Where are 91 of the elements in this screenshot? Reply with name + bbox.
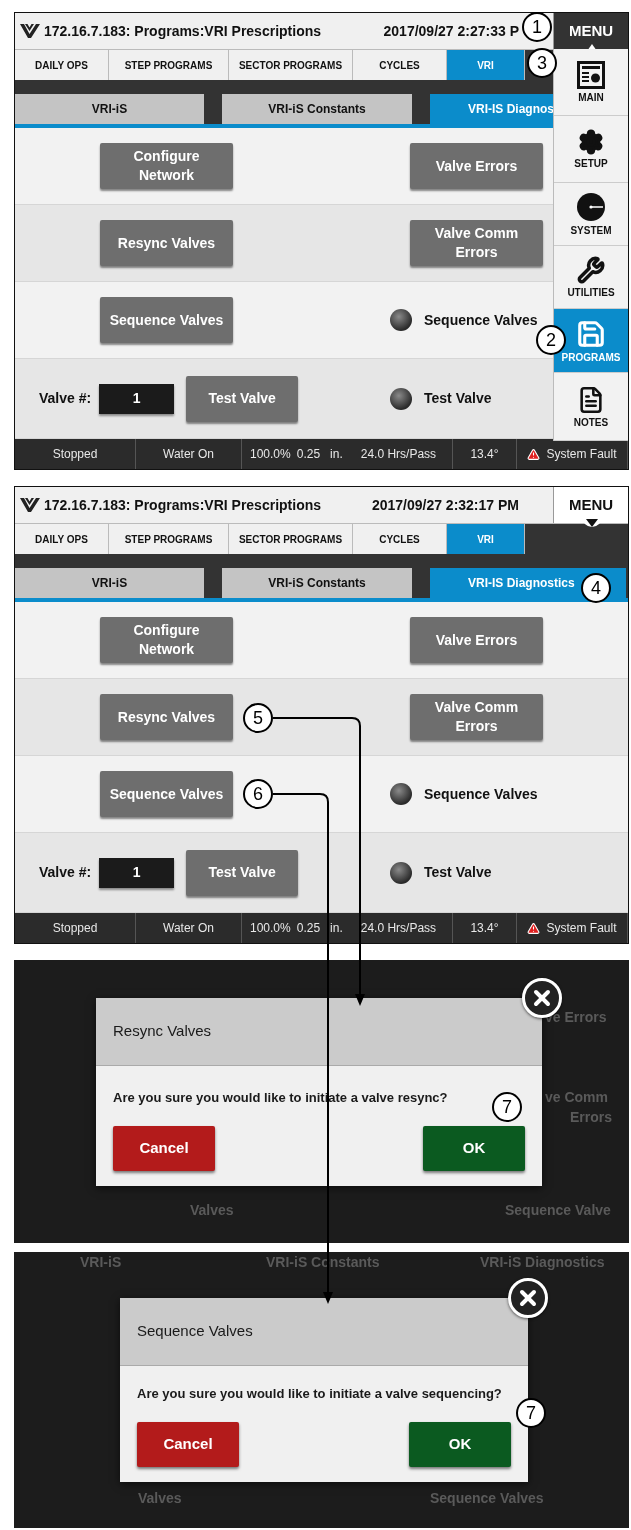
action-button[interactable]: Test Valve bbox=[186, 849, 299, 896]
status-light-icon bbox=[390, 309, 412, 331]
window-title: 172.16.7.183: Programs:VRI Prescriptions bbox=[44, 21, 322, 41]
indicator-label: Test Valve bbox=[424, 863, 492, 882]
nav-tab[interactable]: SECTOR PROGRAMS bbox=[229, 524, 353, 554]
nav-tab[interactable]: STEP PROGRAMS bbox=[109, 524, 229, 554]
nav-tab[interactable]: VRI bbox=[447, 50, 525, 80]
side-menu-item[interactable]: MAIN bbox=[554, 49, 628, 116]
nav-tab[interactable]: STEP PROGRAMS bbox=[109, 50, 229, 80]
status-text: System Fault bbox=[546, 920, 617, 937]
cancel-button[interactable]: Cancel bbox=[113, 1125, 215, 1171]
action-button[interactable]: Valve Comm Errors bbox=[410, 220, 543, 266]
status-text: 100.0% bbox=[250, 920, 291, 937]
status-text: in. bbox=[330, 446, 343, 463]
side-menu-item[interactable]: SETUP bbox=[554, 116, 628, 183]
status-text: 0.25 bbox=[296, 446, 321, 463]
action-button[interactable]: Sequence Valves bbox=[100, 771, 233, 817]
logo-icon bbox=[20, 498, 40, 512]
wrench-icon bbox=[577, 256, 605, 284]
action-button[interactable]: Resync Valves bbox=[100, 220, 233, 266]
down-arrow-icon bbox=[582, 517, 602, 529]
cancel-button[interactable]: Cancel bbox=[137, 1421, 239, 1467]
settings-icon bbox=[578, 129, 604, 155]
status-text: 0.25 bbox=[296, 920, 321, 937]
nav-tab[interactable]: SECTOR PROGRAMS bbox=[229, 50, 353, 80]
valve-label: Valve #: bbox=[39, 863, 92, 882]
dialog-message: Are you sure you would like to initiate a valve sequencing? bbox=[137, 1385, 502, 1403]
valve-number-field[interactable]: 1 bbox=[99, 857, 175, 888]
nav-tab[interactable]: VRI bbox=[447, 524, 525, 554]
dimmed-label: VRI-iS Constants bbox=[266, 1253, 380, 1272]
status-text: Water On bbox=[163, 446, 214, 463]
action-button[interactable]: Valve Errors bbox=[410, 617, 543, 663]
nav-tab[interactable]: CYCLES bbox=[353, 524, 447, 554]
dimmed-label: VRI-iS bbox=[80, 1253, 122, 1272]
date-time: 2017/09/27 2:27:33 P bbox=[383, 21, 519, 41]
logo-icon bbox=[20, 24, 40, 38]
action-button[interactable]: Resync Valves bbox=[100, 694, 233, 740]
action-button[interactable]: Test Valve bbox=[186, 375, 299, 422]
status-text: Water On bbox=[163, 920, 214, 937]
control-panel-icon bbox=[577, 61, 605, 89]
sub-tab[interactable]: VRI-iS Constants bbox=[222, 94, 412, 124]
status-text: Stopped bbox=[52, 446, 98, 463]
dimmed-label: ve Comm bbox=[545, 1088, 609, 1107]
date-time: 2017/09/27 2:32:17 PM bbox=[371, 495, 519, 515]
dimmed-label: Errors bbox=[570, 1108, 613, 1127]
menu-button[interactable]: MENU bbox=[553, 13, 628, 49]
dimmed-label: Sequence Valve bbox=[505, 1201, 611, 1220]
window-title: 172.16.7.183: Programs:VRI Prescriptions bbox=[44, 495, 322, 515]
close-button[interactable] bbox=[508, 1278, 548, 1318]
indicator-label: Sequence Valves bbox=[424, 310, 538, 330]
ok-button[interactable]: OK bbox=[423, 1125, 525, 1171]
sub-tab[interactable]: VRI-iS Constants bbox=[222, 568, 412, 598]
dimmed-label: Sequence Valves bbox=[430, 1489, 544, 1508]
action-button[interactable]: Configure Network bbox=[100, 143, 233, 189]
dimmed-label: Valves bbox=[190, 1201, 234, 1220]
status-light-icon bbox=[390, 861, 412, 884]
status-text: 24.0 Hrs/Pass bbox=[360, 446, 437, 463]
sub-tab[interactable]: VRI-iS bbox=[15, 94, 204, 124]
warning-icon bbox=[527, 447, 541, 461]
dimmed-label: VRI-iS Diagnostics bbox=[480, 1253, 605, 1272]
status-light-icon bbox=[390, 387, 412, 410]
status-text: System Fault bbox=[546, 446, 617, 463]
action-button[interactable]: Configure Network bbox=[100, 617, 233, 663]
action-button[interactable]: Valve Errors bbox=[410, 143, 543, 189]
indicator-label: Test Valve bbox=[424, 389, 492, 408]
indicator-label: Sequence Valves bbox=[424, 784, 538, 804]
nav-tab[interactable]: DAILY OPS bbox=[15, 50, 109, 80]
status-text: Stopped bbox=[52, 920, 98, 937]
dimmed-label: Valves bbox=[138, 1489, 182, 1508]
sub-tab[interactable]: VRI-iS bbox=[15, 568, 204, 598]
side-menu-item[interactable]: NOTES bbox=[554, 373, 628, 441]
nav-tab[interactable]: DAILY OPS bbox=[15, 524, 109, 554]
status-text: 24.0 Hrs/Pass bbox=[360, 920, 437, 937]
status-text: 13.4° bbox=[470, 446, 499, 463]
dialog-title: Sequence Valves bbox=[137, 1321, 253, 1342]
warning-icon bbox=[527, 921, 541, 935]
valve-number-field[interactable]: 1 bbox=[99, 383, 175, 414]
status-text: 13.4° bbox=[470, 920, 499, 937]
ok-button[interactable]: OK bbox=[409, 1421, 511, 1467]
action-button[interactable]: Valve Comm Errors bbox=[410, 694, 543, 740]
dialog-title: Resync Valves bbox=[113, 1021, 212, 1042]
dial-icon bbox=[576, 192, 606, 222]
side-menu-item[interactable]: SYSTEM bbox=[554, 183, 628, 246]
status-text: in. bbox=[330, 920, 343, 937]
nav-tab[interactable]: CYCLES bbox=[353, 50, 447, 80]
valve-label: Valve #: bbox=[39, 389, 92, 408]
action-button[interactable]: Sequence Valves bbox=[100, 297, 233, 343]
status-text: 100.0% bbox=[250, 446, 291, 463]
document-icon bbox=[577, 385, 605, 414]
status-light-icon bbox=[390, 783, 412, 805]
side-menu-item[interactable]: PROGRAMS bbox=[554, 309, 628, 373]
